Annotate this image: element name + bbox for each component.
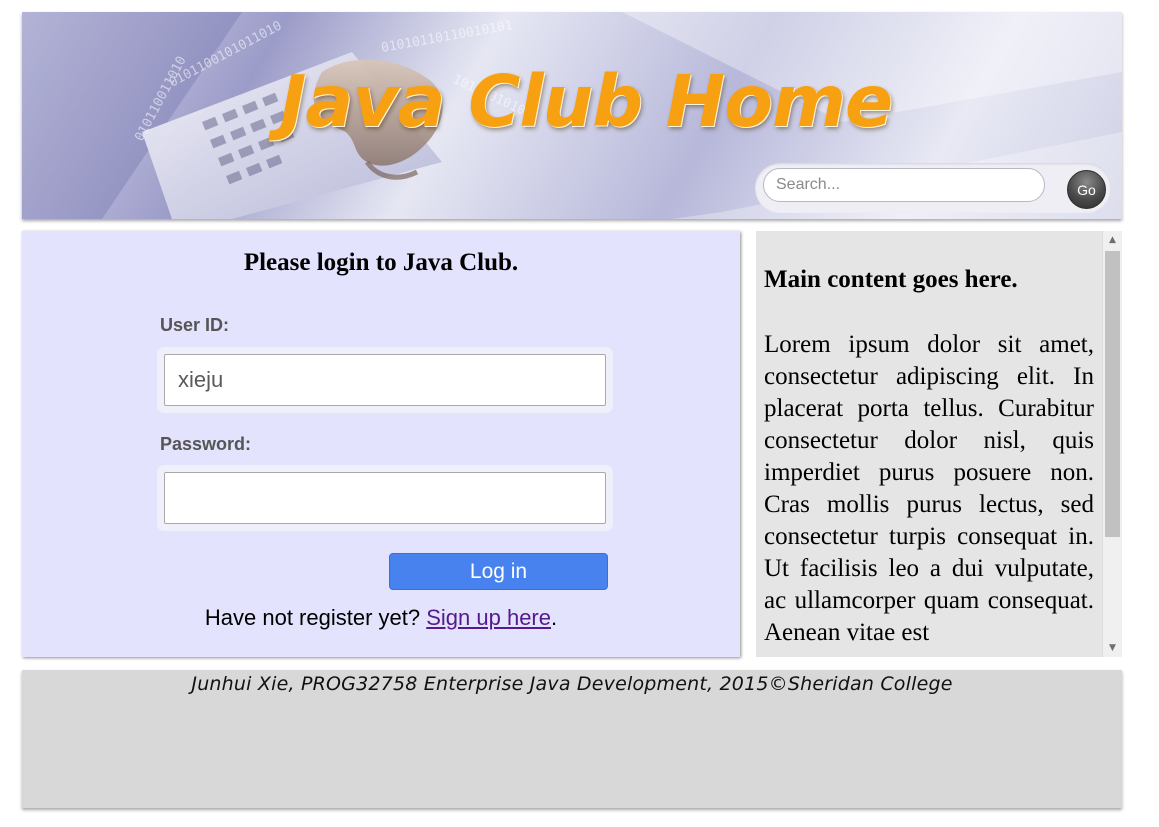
main-content: Main content goes here. Lorem ipsum dolo… (764, 231, 1094, 649)
site-header: 0101100101011010 010110011010 0101011011… (22, 12, 1122, 219)
userid-field-frame (157, 347, 613, 413)
register-prompt: Have not register yet? Sign up here. (22, 605, 740, 631)
register-prefix: Have not register yet? (204, 605, 421, 630)
site-title: Java Club Home (280, 60, 893, 143)
go-button[interactable]: Go (1067, 170, 1106, 209)
content-body: Lorem ipsum dolor sit amet, consectetur … (764, 331, 1094, 646)
login-panel: Please login to Java Club. User ID: Pass… (22, 231, 740, 657)
main-content-panel[interactable]: Main content goes here. Lorem ipsum dolo… (756, 231, 1122, 657)
search-bar: Go (755, 163, 1111, 213)
search-input[interactable] (763, 168, 1045, 202)
password-input[interactable] (164, 472, 606, 524)
footer-text: Junhui Xie, PROG32758 Enterprise Java De… (191, 673, 953, 695)
password-field-frame (157, 465, 613, 531)
login-heading: Please login to Java Club. (243, 249, 519, 276)
content-scrollbar[interactable]: ▲ ▼ (1102, 231, 1122, 657)
userid-input[interactable] (164, 354, 606, 406)
login-button[interactable]: Log in (389, 553, 608, 590)
userid-label: User ID: (160, 315, 230, 335)
svg-text:01010110110010101: 01010110110010101 (380, 18, 514, 56)
password-label: Password: (160, 434, 252, 454)
scroll-thumb[interactable] (1105, 251, 1120, 537)
content-heading: Main content goes here. (764, 266, 1018, 293)
scroll-up-arrow-icon[interactable]: ▲ (1103, 231, 1122, 249)
site-footer: Junhui Xie, PROG32758 Enterprise Java De… (22, 670, 1122, 808)
signup-link[interactable]: Sign up here (426, 605, 551, 630)
register-suffix: . (551, 605, 558, 630)
scroll-down-arrow-icon[interactable]: ▼ (1103, 639, 1122, 657)
